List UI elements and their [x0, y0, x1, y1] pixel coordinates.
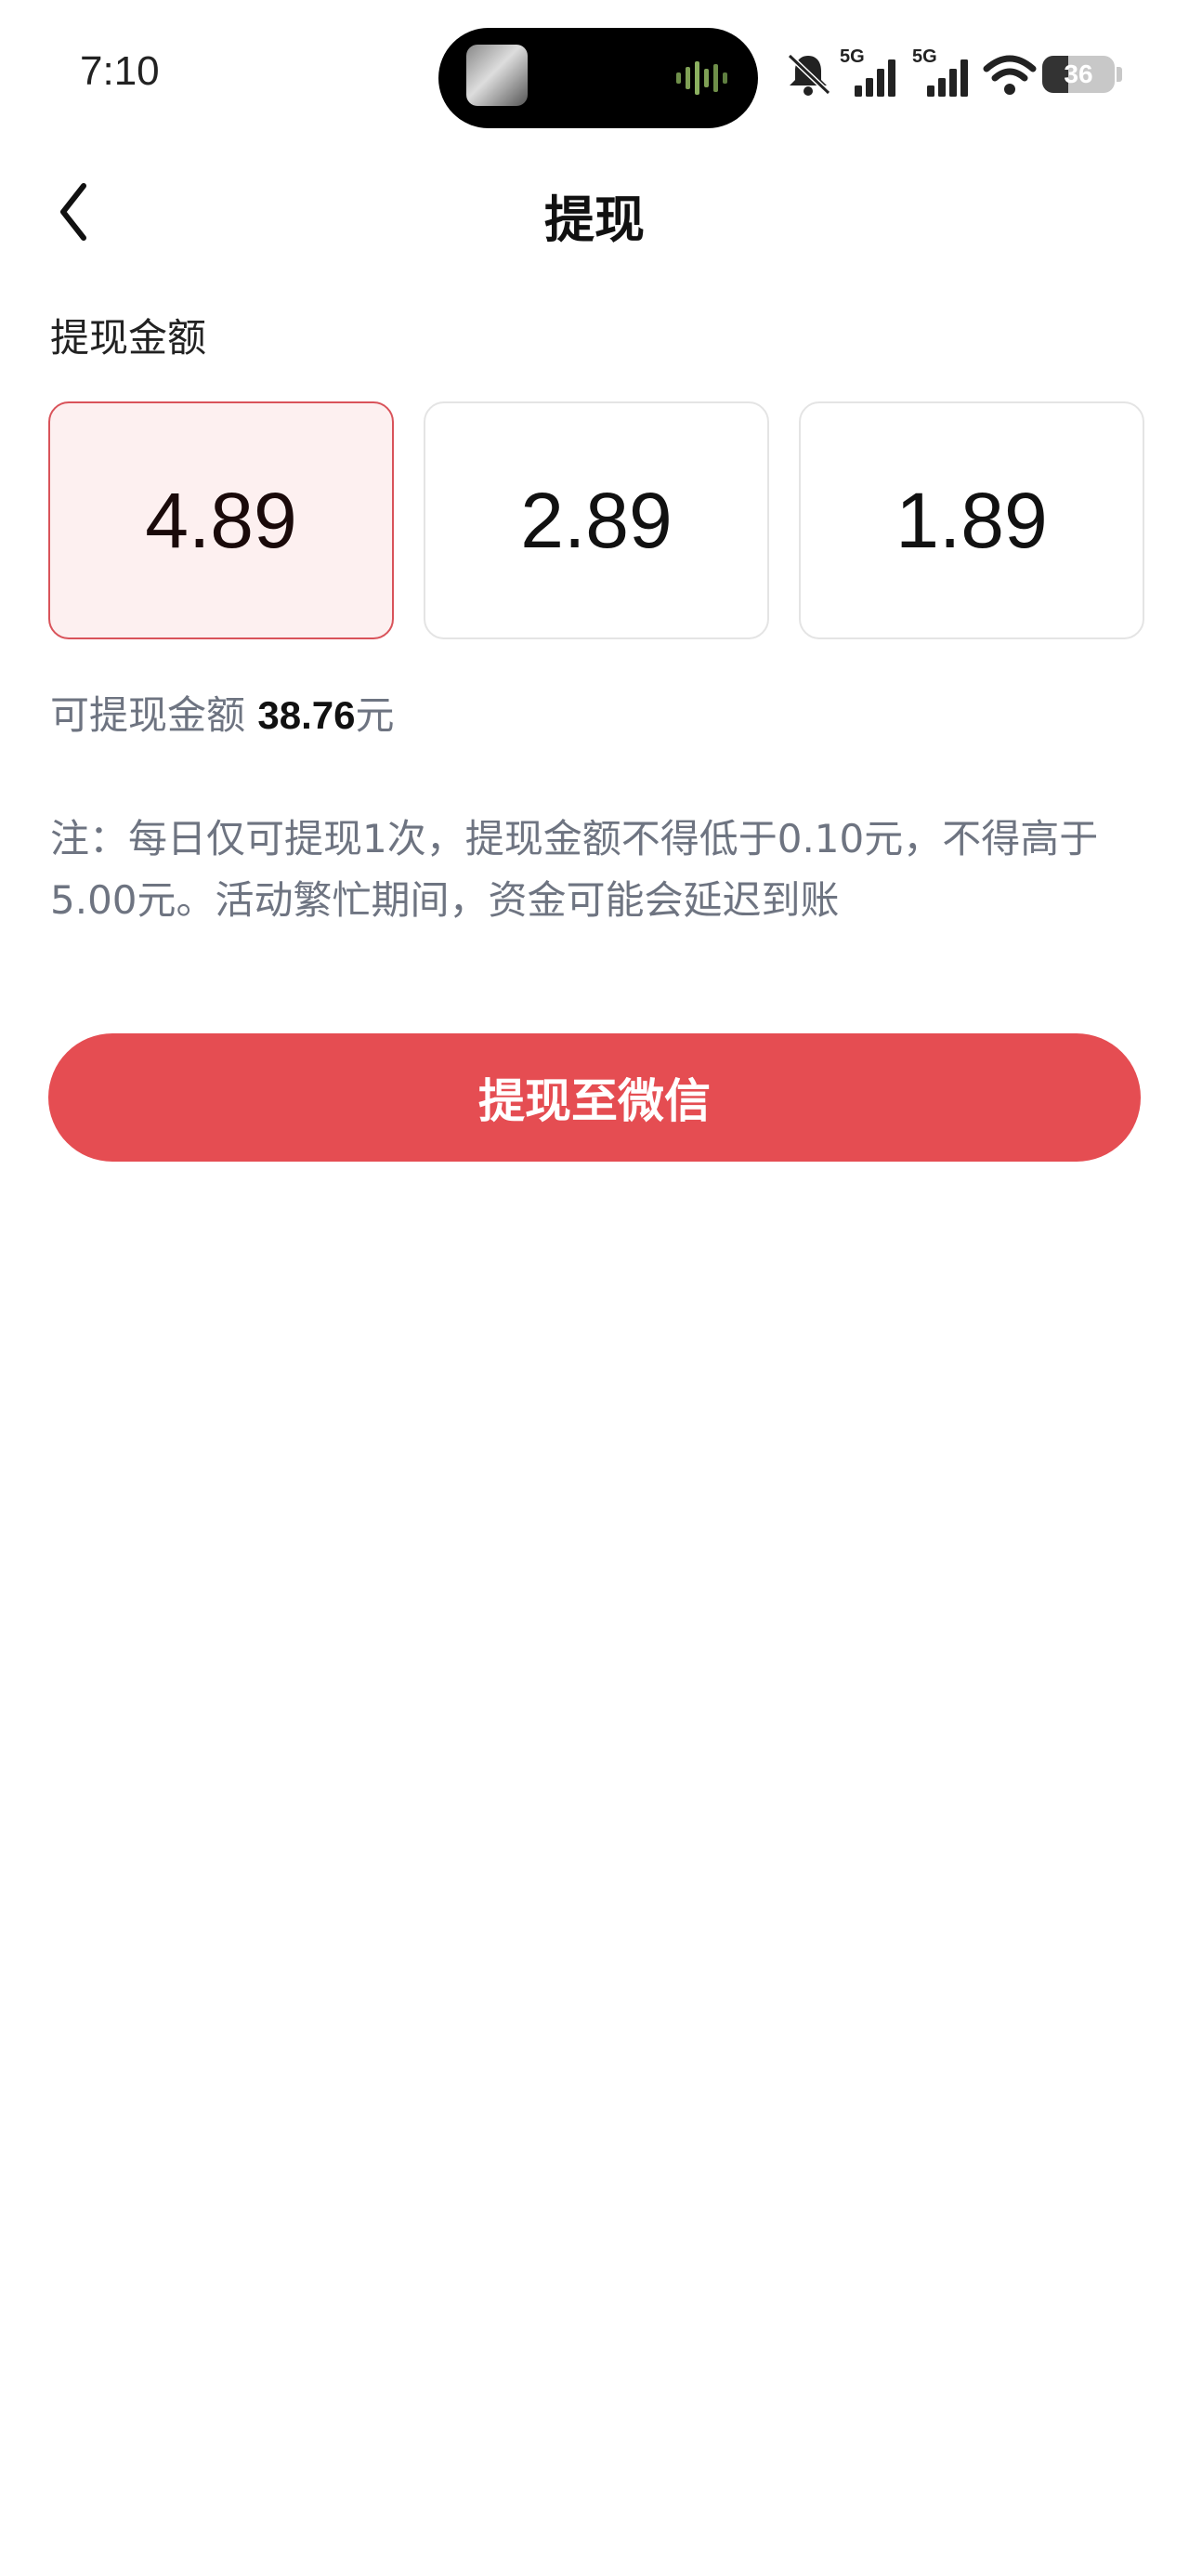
battery-nub	[1117, 67, 1122, 82]
audio-wave-icon	[676, 61, 727, 95]
header: 提现	[0, 158, 1189, 260]
battery-icon: 36	[1042, 56, 1115, 93]
available-balance: 可提现金额 38.76元	[50, 684, 395, 741]
amount-option-label: 1.89	[895, 476, 1048, 564]
media-thumbnail	[466, 45, 528, 106]
status-time: 7:10	[80, 48, 160, 94]
amount-option-label: 4.89	[145, 476, 297, 564]
amount-option[interactable]: 4.89	[48, 401, 394, 639]
withdraw-button-label: 提现至微信	[478, 1074, 711, 1128]
withdraw-to-wechat-button[interactable]: 提现至微信	[48, 1033, 1141, 1162]
battery-level: 36	[1064, 59, 1093, 88]
balance-unit: 元	[355, 692, 395, 738]
balance-value: 38.76	[257, 693, 356, 737]
balance-label: 可提现金额	[50, 692, 246, 738]
mute-icon	[787, 53, 831, 96]
signal-icon	[927, 59, 968, 97]
amount-section-label: 提现金额	[50, 315, 207, 361]
dynamic-island[interactable]	[438, 28, 758, 128]
wifi-icon	[983, 55, 1037, 95]
amount-option-label: 2.89	[520, 476, 673, 564]
amount-option[interactable]: 1.89	[799, 401, 1144, 639]
signal-icon	[855, 59, 895, 97]
amount-option[interactable]: 2.89	[424, 401, 769, 639]
withdraw-note: 注：每日仅可提现1次，提现金额不得低于0.10元，不得高于5.00元。活动繁忙期…	[50, 816, 1099, 923]
status-bar: 7:10 5G 5G 36	[0, 0, 1189, 149]
page-title: 提现	[544, 191, 645, 249]
